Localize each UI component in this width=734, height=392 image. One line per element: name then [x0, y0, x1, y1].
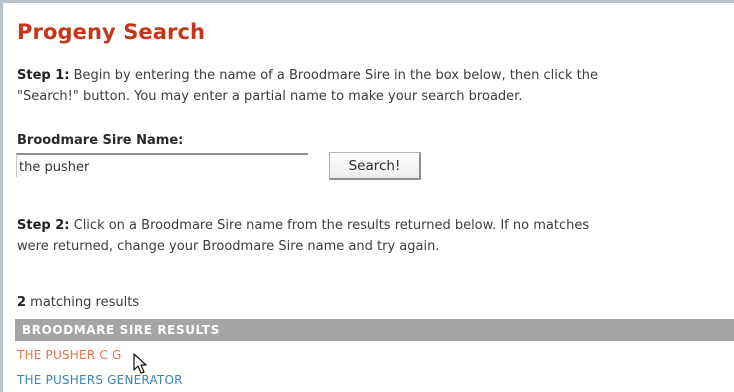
step2-text-line1: Click on a Broodmare Sire name from the … [69, 218, 590, 233]
broodmare-sire-name-label: Broodmare Sire Name: [17, 133, 184, 148]
page-title: Progeny Search [17, 20, 206, 44]
step2-label: Step 2: [17, 218, 70, 233]
matching-results-count: 2 matching results [17, 295, 139, 310]
arrow-pointer-icon [133, 353, 147, 374]
results-header: BROODMARE SIRE RESULTS [15, 319, 734, 341]
search-button[interactable]: Search! [329, 152, 421, 180]
result-link-the-pusher-c-g[interactable]: THE PUSHER C G [17, 348, 121, 362]
page-frame: Progeny Search Step 1: Begin by entering… [0, 0, 734, 392]
results-count-text: matching results [26, 295, 140, 310]
step1-label: Step 1: [17, 68, 70, 83]
step1-text-line1: Begin by entering the name of a Broodmar… [69, 68, 599, 83]
result-link-the-pushers-generator[interactable]: THE PUSHERS GENERATOR [17, 373, 183, 387]
broodmare-sire-name-input[interactable] [16, 153, 308, 177]
step2-instructions: Step 2: Click on a Broodmare Sire name f… [17, 215, 589, 257]
step2-text-line2: were returned, change your Broodmare Sir… [17, 239, 440, 254]
step1-text-line2: "Search!" button. You may enter a partia… [17, 89, 523, 104]
step1-instructions: Step 1: Begin by entering the name of a … [17, 65, 598, 107]
results-count-number: 2 [17, 295, 27, 310]
